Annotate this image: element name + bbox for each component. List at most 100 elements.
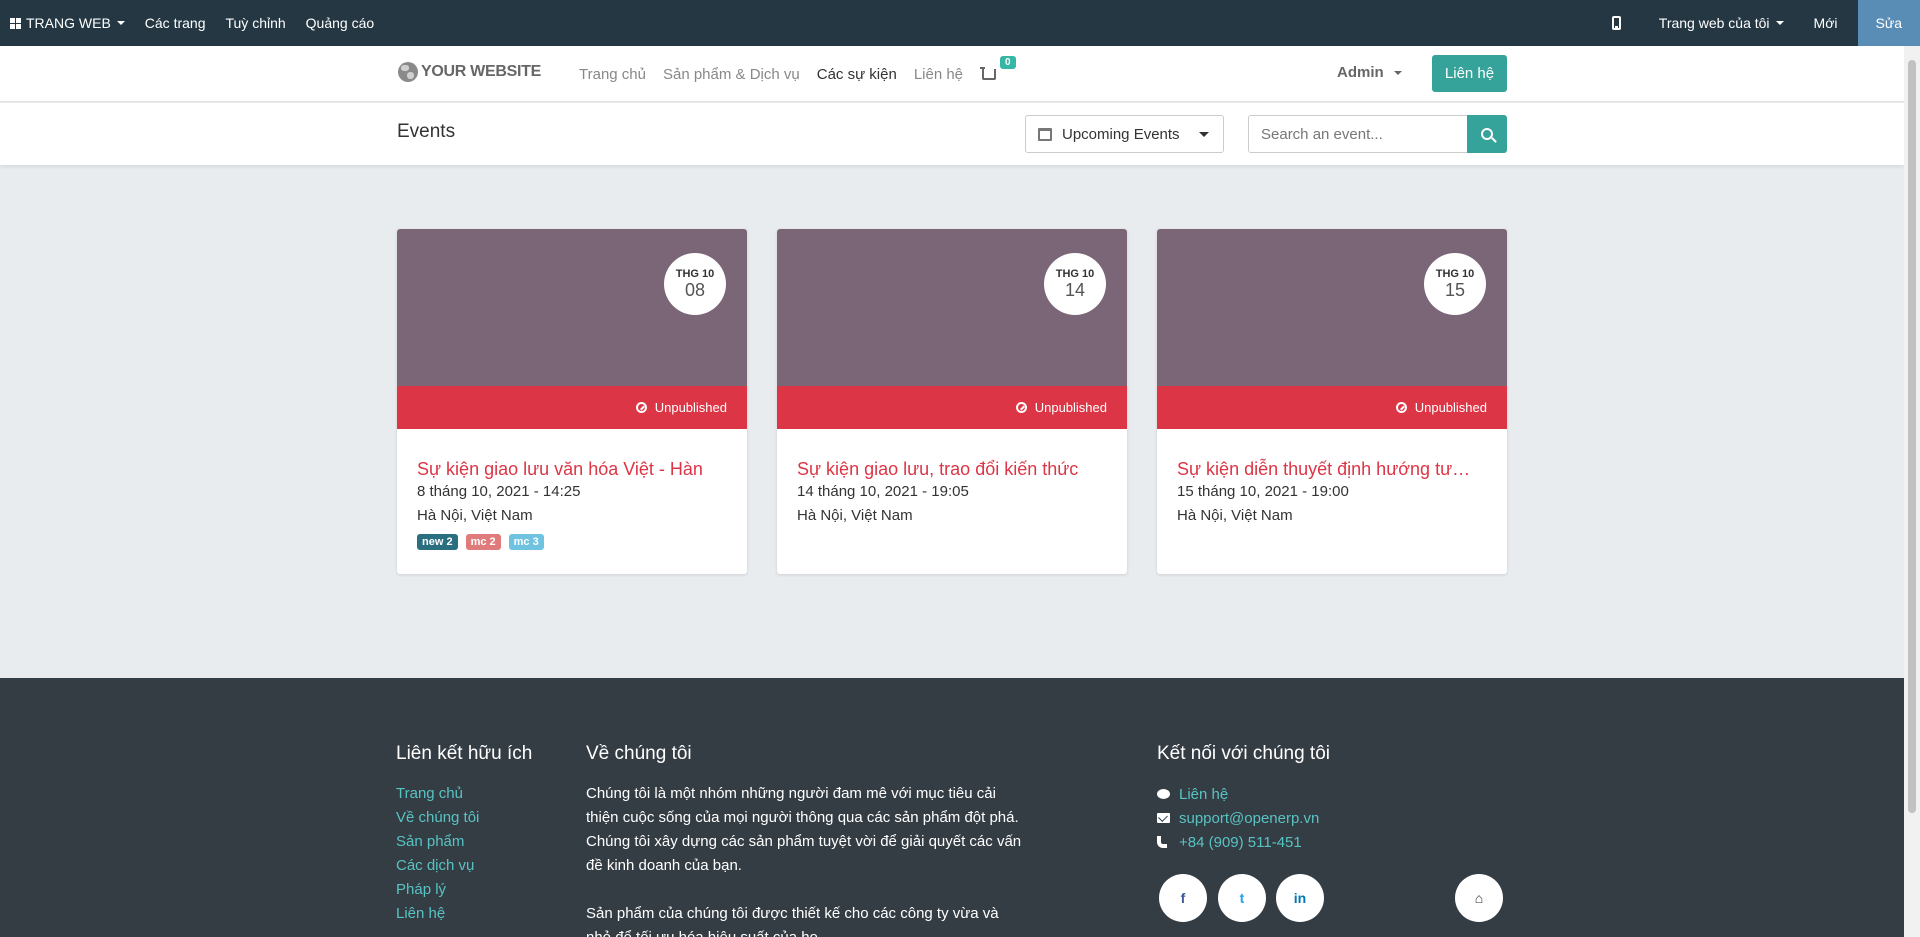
- chevron-down-icon: [1393, 71, 1402, 76]
- edit-button[interactable]: Sửa: [1857, 0, 1920, 46]
- website-switcher-label: Trang web của tôi: [1658, 15, 1770, 31]
- event-tag: new 2: [417, 534, 458, 550]
- footer-link-services[interactable]: Các dịch vụ: [396, 854, 479, 878]
- footer-link-about[interactable]: Về chúng tôi: [396, 806, 479, 830]
- new-button[interactable]: Mới: [1794, 0, 1848, 46]
- date-month: THG 10: [675, 268, 715, 280]
- admin-bar: TRANG WEB Các trang Tuỳ chỉnh Quảng cáo …: [0, 0, 1920, 46]
- scrollbar[interactable]: [1904, 46, 1920, 937]
- logo-text: YOUR WEBSITE: [421, 63, 541, 80]
- mobile-preview-button[interactable]: [1602, 0, 1649, 46]
- envelope-icon: [1157, 813, 1170, 823]
- event-cover: THG 10 15: [1157, 229, 1507, 386]
- ban-icon: [635, 402, 647, 413]
- event-card[interactable]: THG 10 15 Unpublished Sự kiện diễn thuyế…: [1157, 229, 1507, 574]
- menu-promote[interactable]: Quảng cáo: [296, 0, 385, 46]
- footer-email-link[interactable]: support@openerp.vn: [1179, 810, 1319, 827]
- facebook-icon[interactable]: f: [1159, 874, 1207, 922]
- linkedin-icon[interactable]: in: [1276, 874, 1324, 922]
- event-cover: THG 10 14: [777, 229, 1127, 386]
- event-tag: mc 2: [465, 534, 501, 550]
- footer-about-title: Về chúng tôi: [586, 743, 692, 764]
- footer-about-text: Chúng tôi là một nhóm những người đam mê…: [586, 782, 1026, 937]
- unpublished-banner: Unpublished: [397, 386, 747, 429]
- event-location: Hà Nội, Việt Nam: [417, 507, 533, 524]
- status-label: Unpublished: [1414, 400, 1487, 415]
- footer-link-products[interactable]: Sản phẩm: [396, 830, 479, 854]
- menu-customize[interactable]: Tuỳ chỉnh: [215, 0, 295, 46]
- contact-us-button[interactable]: Liên hệ: [1432, 55, 1507, 92]
- cart-link[interactable]: 0: [980, 55, 1016, 80]
- event-location: Hà Nội, Việt Nam: [1177, 507, 1293, 524]
- event-card[interactable]: THG 10 14 Unpublished Sự kiện giao lưu, …: [777, 229, 1127, 574]
- user-menu[interactable]: Admin: [1337, 64, 1402, 81]
- date-badge: THG 10 08: [664, 253, 726, 315]
- globe-icon: [398, 62, 418, 82]
- cart-icon: [980, 66, 997, 80]
- footer-links: Trang chủ Về chúng tôi Sản phẩm Các dịch…: [396, 782, 479, 926]
- nav-contact[interactable]: Liên hệ: [914, 66, 963, 83]
- date-day: 15: [1444, 280, 1466, 300]
- footer-link-home[interactable]: Trang chủ: [396, 782, 479, 806]
- about-paragraph: Chúng tôi là một nhóm những người đam mê…: [586, 785, 1022, 874]
- search-icon: [1481, 128, 1493, 140]
- chevron-down-icon: [1199, 132, 1209, 137]
- event-cover: THG 10 08: [397, 229, 747, 386]
- search-button[interactable]: [1467, 115, 1507, 153]
- event-tags: new 2 mc 2 mc 3: [417, 534, 727, 550]
- ban-icon: [1395, 402, 1407, 413]
- event-location: Hà Nội, Việt Nam: [797, 507, 913, 524]
- events-toolbar: Events Upcoming Events: [0, 103, 1904, 165]
- event-search-input[interactable]: [1248, 115, 1467, 153]
- nav-events[interactable]: Các sự kiện: [817, 66, 897, 83]
- calendar-icon: [1038, 127, 1052, 141]
- scrollbar-thumb[interactable]: [1908, 60, 1916, 813]
- event-datetime: 15 tháng 10, 2021 - 19:00: [1177, 483, 1349, 500]
- comment-icon: [1157, 789, 1170, 799]
- site-header: YOUR WEBSITE Trang chủ Sản phẩm & Dịch v…: [0, 46, 1904, 102]
- date-month: THG 10: [1435, 268, 1475, 280]
- status-label: Unpublished: [654, 400, 727, 415]
- date-badge: THG 10 15: [1424, 253, 1486, 315]
- apps-grid-icon: [10, 17, 21, 29]
- date-badge: THG 10 14: [1044, 253, 1106, 315]
- footer-link-contact[interactable]: Liên hệ: [396, 902, 479, 926]
- event-title[interactable]: Sự kiện giao lưu, trao đổi kiến thức: [797, 458, 1107, 480]
- cart-count-badge: 0: [1000, 55, 1016, 69]
- event-filter-dropdown[interactable]: Upcoming Events: [1025, 115, 1224, 153]
- ban-icon: [1015, 402, 1027, 413]
- event-datetime: 8 tháng 10, 2021 - 14:25: [417, 483, 581, 500]
- footer: Liên kết hữu ích Trang chủ Về chúng tôi …: [0, 678, 1904, 937]
- event-filter-label: Upcoming Events: [1062, 125, 1180, 143]
- apps-menu[interactable]: TRANG WEB: [0, 0, 135, 46]
- footer-links-title: Liên kết hữu ích: [396, 743, 533, 764]
- unpublished-banner: Unpublished: [1157, 386, 1507, 429]
- footer-link-legal[interactable]: Pháp lý: [396, 878, 479, 902]
- website-switcher[interactable]: Trang web của tôi: [1649, 0, 1794, 46]
- twitter-icon[interactable]: t: [1218, 874, 1266, 922]
- menu-pages[interactable]: Các trang: [135, 0, 216, 46]
- user-name: Admin: [1337, 64, 1384, 81]
- phone-icon: [1157, 836, 1167, 848]
- status-label: Unpublished: [1034, 400, 1107, 415]
- footer-contact-link[interactable]: Liên hệ: [1179, 786, 1228, 803]
- home-icon[interactable]: ⌂: [1455, 874, 1503, 922]
- site-logo[interactable]: YOUR WEBSITE: [398, 62, 541, 82]
- mobile-icon: [1611, 16, 1621, 30]
- nav-home[interactable]: Trang chủ: [579, 66, 646, 83]
- main-nav: Trang chủ Sản phẩm & Dịch vụ Các sự kiện…: [579, 46, 1016, 102]
- date-day: 08: [684, 280, 706, 300]
- about-paragraph: Sản phẩm của chúng tôi được thiết kế cho…: [586, 905, 999, 937]
- nav-products-services[interactable]: Sản phẩm & Dịch vụ: [663, 66, 800, 83]
- unpublished-banner: Unpublished: [777, 386, 1127, 429]
- footer-contact: Liên hệ support@openerp.vn +84 (909) 511…: [1157, 782, 1319, 854]
- apps-label: TRANG WEB: [26, 15, 111, 31]
- chevron-down-icon: [116, 21, 125, 25]
- date-month: THG 10: [1055, 268, 1095, 280]
- event-card[interactable]: THG 10 08 Unpublished Sự kiện giao lưu v…: [397, 229, 747, 574]
- event-title[interactable]: Sự kiện giao lưu văn hóa Việt - Hàn: [417, 458, 727, 480]
- footer-phone-link[interactable]: +84 (909) 511-451: [1179, 834, 1302, 851]
- event-datetime: 14 tháng 10, 2021 - 19:05: [797, 483, 969, 500]
- footer-connect-title: Kết nối với chúng tôi: [1157, 743, 1331, 764]
- event-title[interactable]: Sự kiện diễn thuyết định hướng tư…: [1177, 458, 1487, 480]
